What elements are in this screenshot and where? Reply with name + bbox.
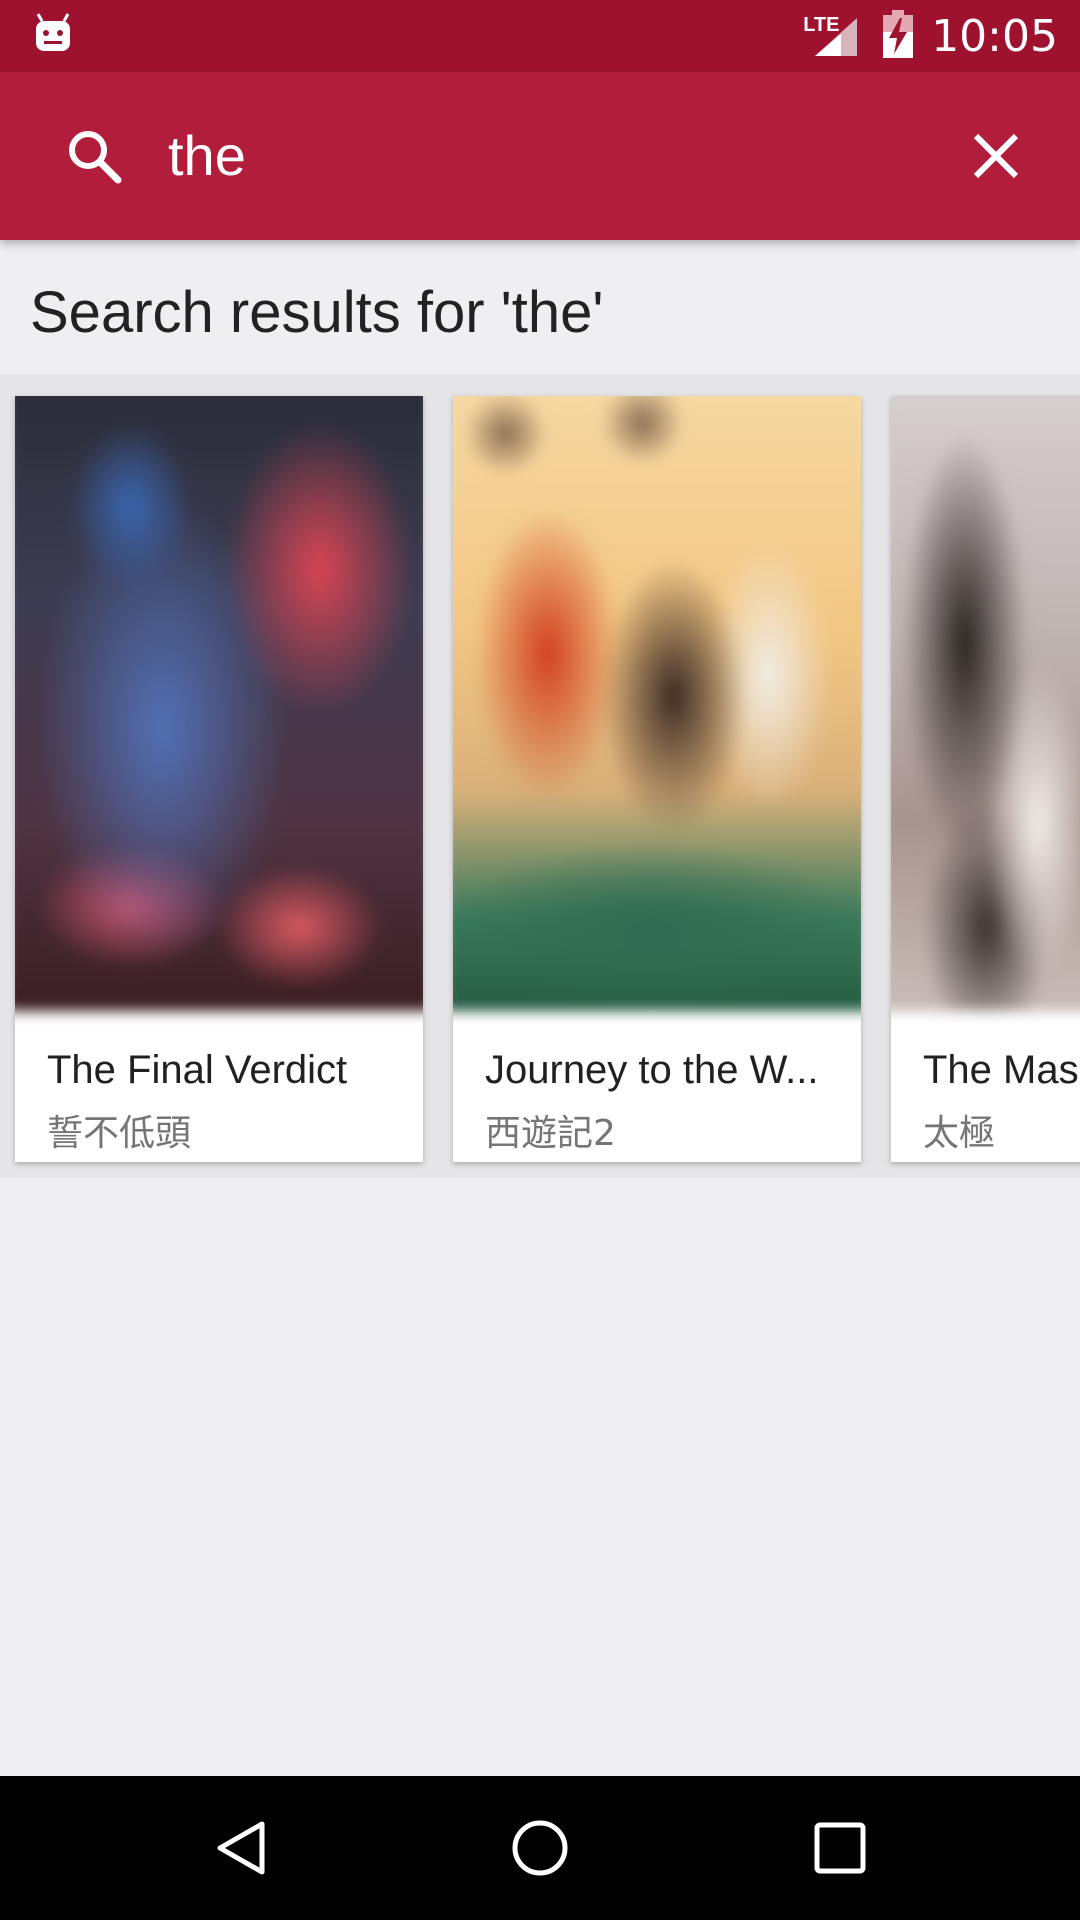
poster-image <box>891 396 1080 1011</box>
close-icon[interactable] <box>968 128 1024 189</box>
results-row: The Final Verdict 誓不低頭 Journey to the W.… <box>0 374 1080 1178</box>
status-time: 10:05 <box>931 10 1058 62</box>
home-icon[interactable] <box>510 1818 570 1883</box>
search-input[interactable]: the <box>168 124 246 188</box>
card-subtitle: 西遊記2 <box>485 1113 616 1154</box>
search-icon[interactable] <box>66 128 122 189</box>
card-subtitle: 太極 <box>923 1113 996 1154</box>
signal-icon: LTE <box>803 14 859 58</box>
poster-image <box>453 396 861 1011</box>
back-icon[interactable] <box>212 1818 272 1883</box>
status-bar: LTE 10:05 <box>0 0 1080 72</box>
result-card[interactable]: The Final Verdict 誓不低頭 <box>15 396 423 1162</box>
recents-icon[interactable] <box>810 1818 870 1883</box>
card-subtitle: 誓不低頭 <box>47 1113 192 1154</box>
results-heading: Search results for 'the' <box>30 280 604 345</box>
android-notification-icon <box>34 13 72 58</box>
battery-charging-icon <box>883 9 914 63</box>
navigation-bar <box>0 1776 1080 1920</box>
card-title: The Final Verdict <box>47 1048 348 1092</box>
result-card[interactable]: The Mas 太極 <box>891 396 1080 1162</box>
result-card[interactable]: Journey to the W... 西遊記2 <box>453 396 861 1162</box>
search-bar: the <box>0 72 1080 240</box>
card-title: The Mas <box>923 1048 1079 1092</box>
poster-image <box>15 396 423 1011</box>
card-title: Journey to the W... <box>485 1048 819 1092</box>
